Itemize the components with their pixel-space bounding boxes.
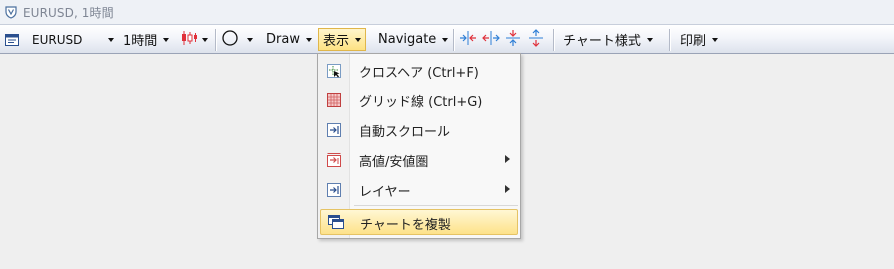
chevron-down-icon	[355, 37, 362, 42]
chevron-down-icon	[646, 37, 653, 42]
menu-item-label: グリッド線 (Ctrl+G)	[359, 95, 483, 110]
toolbar-divider	[553, 29, 554, 51]
menu-item-auto-scroll[interactable]: 自動スクロール	[318, 115, 520, 144]
menu-item-layers[interactable]: レイヤー	[318, 175, 520, 204]
view-label: 表示	[323, 34, 350, 49]
high-low-icon	[326, 152, 342, 168]
menu-item-crosshair[interactable]: クロスヘア (Ctrl+F)	[318, 56, 520, 85]
shrink-horizontal-icon	[482, 30, 500, 50]
chart-style-dropdown[interactable]: チャート様式	[563, 28, 653, 51]
navigate-dropdown[interactable]: Navigate	[378, 28, 449, 51]
view-menu-button[interactable]: 表示	[318, 28, 367, 51]
expand-horizontal-button[interactable]	[459, 28, 477, 51]
menu-item-label: 高値/安値圏	[359, 155, 429, 170]
chart-style-label: チャート様式	[563, 34, 641, 49]
expand-horizontal-icon	[459, 30, 477, 50]
symbol-dropdown[interactable]: EURUSD	[32, 28, 115, 51]
circle-icon	[221, 29, 239, 51]
toolbar-divider	[453, 29, 454, 51]
draw-label: Draw	[266, 32, 300, 47]
menu-item-label: クロスヘア (Ctrl+F)	[359, 66, 479, 81]
chart-type-dropdown[interactable]	[180, 28, 208, 51]
timeframe-dropdown[interactable]: 1時間	[123, 28, 170, 51]
layers-icon	[326, 182, 342, 198]
draw-dropdown[interactable]: Draw	[266, 28, 312, 51]
shrink-horizontal-button[interactable]	[482, 28, 500, 51]
view-dropdown-menu: クロスヘア (Ctrl+F) グリッド線 (Ctrl+G) 自動スクロール 高値…	[317, 53, 521, 239]
navigate-label: Navigate	[378, 32, 437, 47]
title-bar: EURUSD, 1時間	[0, 0, 894, 24]
app-logo-icon	[3, 4, 19, 20]
toolbar-divider	[215, 29, 216, 51]
submenu-arrow-icon	[505, 155, 510, 163]
symbol-label: EURUSD	[32, 32, 83, 47]
menu-item-label: 自動スクロール	[359, 125, 451, 140]
timeframe-label: 1時間	[123, 34, 158, 49]
menu-separator	[354, 205, 518, 206]
candlestick-icon	[180, 30, 198, 50]
chevron-down-icon	[712, 37, 719, 42]
shrink-vertical-icon	[528, 28, 544, 51]
toolbar-divider	[669, 29, 670, 51]
duplicate-chart-icon	[327, 214, 344, 230]
print-label: 印刷	[680, 34, 707, 49]
submenu-arrow-icon	[505, 185, 510, 193]
chevron-down-icon	[305, 37, 312, 42]
menu-item-label: レイヤー	[359, 185, 411, 200]
main-toolbar: EURUSD 1時間 Draw 表示 Navigate チャート様式 印刷	[0, 24, 894, 54]
window-title: EURUSD, 1時間	[23, 5, 114, 20]
crosshair-icon	[326, 63, 342, 79]
auto-scroll-icon	[326, 122, 342, 138]
menu-item-high-low[interactable]: 高値/安値圏	[318, 145, 520, 174]
print-dropdown[interactable]: 印刷	[680, 28, 719, 51]
chevron-down-icon	[247, 37, 253, 42]
menu-item-grid[interactable]: グリッド線 (Ctrl+G)	[318, 85, 520, 114]
shape-tool-dropdown[interactable]	[221, 28, 253, 51]
menu-item-duplicate-chart[interactable]: チャートを複製	[320, 209, 518, 235]
chevron-down-icon	[442, 37, 449, 42]
chevron-down-icon	[202, 37, 208, 42]
chart-window-icon[interactable]	[4, 28, 20, 51]
grid-icon	[326, 92, 342, 108]
expand-vertical-button[interactable]	[505, 28, 521, 51]
expand-vertical-icon	[505, 29, 521, 51]
chevron-down-icon	[108, 37, 115, 42]
menu-item-label: チャートを複製	[360, 218, 451, 233]
shrink-vertical-button[interactable]	[528, 28, 544, 51]
chevron-down-icon	[163, 37, 170, 42]
